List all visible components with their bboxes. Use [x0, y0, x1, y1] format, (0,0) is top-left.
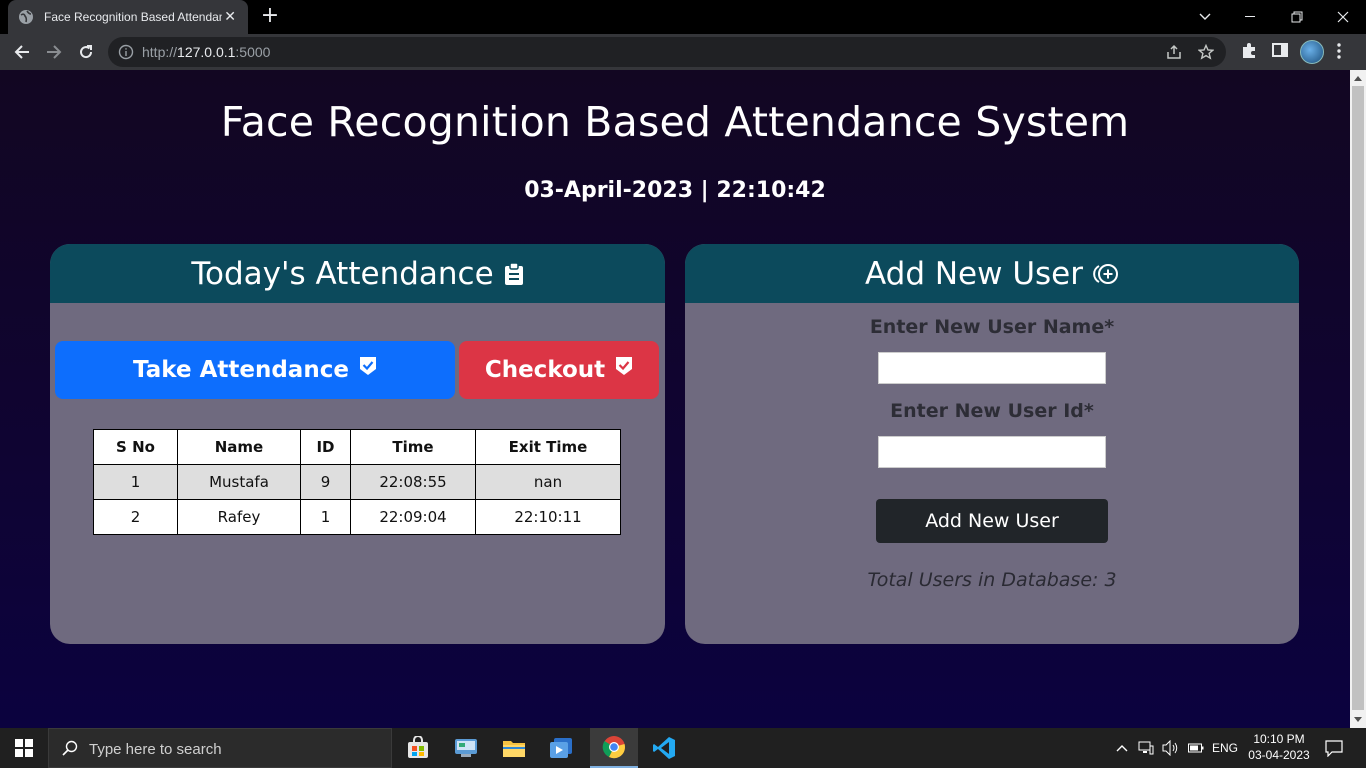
clipboard-icon — [504, 261, 524, 286]
share-icon[interactable] — [1166, 44, 1182, 64]
table-cell: 9 — [300, 464, 351, 500]
table-cell: Rafey — [177, 499, 301, 535]
add-user-panel: Add New User Enter New User Name* Enter … — [685, 244, 1299, 644]
checkout-button[interactable]: Checkout — [459, 341, 659, 399]
user-id-input[interactable] — [878, 436, 1106, 468]
minimize-icon[interactable] — [1228, 0, 1274, 34]
browser-tab-bar: Face Recognition Based Attendance System… — [0, 0, 1366, 34]
new-tab-button[interactable]: + — [258, 5, 282, 29]
control-panel-icon[interactable] — [442, 728, 490, 768]
profile-avatar[interactable] — [1300, 40, 1324, 64]
scrollbar-thumb[interactable] — [1352, 86, 1364, 710]
battery-icon[interactable] — [1188, 742, 1204, 756]
take-attendance-label: Take Attendance — [133, 357, 349, 383]
address-bar[interactable]: http://127.0.0.1:5000 — [108, 37, 1226, 67]
table-row: 1 Mustafa 9 22:08:55 nan — [93, 464, 621, 500]
table-cell: 22:09:04 — [350, 499, 476, 535]
scroll-down-arrow-icon[interactable] — [1354, 717, 1362, 722]
column-header: Time — [350, 429, 476, 465]
site-info-icon[interactable] — [118, 44, 134, 64]
notifications-icon[interactable] — [1325, 739, 1343, 760]
page-scrollbar[interactable] — [1350, 70, 1366, 728]
file-explorer-icon[interactable] — [490, 728, 538, 768]
table-row: 2 Rafey 1 22:09:04 22:10:11 — [93, 499, 621, 535]
close-window-icon[interactable] — [1320, 0, 1366, 34]
search-placeholder: Type here to search — [89, 741, 222, 758]
table-cell: 1 — [300, 499, 351, 535]
page-title: Face Recognition Based Attendance System — [220, 98, 1130, 146]
add-user-panel-header: Add New User — [685, 244, 1299, 303]
taskbar-search-box[interactable]: Type here to search — [48, 728, 392, 768]
media-player-icon[interactable] — [538, 728, 586, 768]
reload-icon[interactable] — [72, 38, 100, 66]
tab-search-icon[interactable] — [1182, 0, 1228, 34]
table-cell: 2 — [93, 499, 178, 535]
tab-title: Face Recognition Based Attendance System — [44, 10, 223, 24]
chrome-icon[interactable] — [590, 728, 638, 768]
clock-date: 03-04-2023 — [1248, 748, 1310, 762]
menu-kebab-icon[interactable] — [1336, 42, 1342, 64]
attendance-panel-header: Today's Attendance — [50, 244, 665, 303]
attendance-actions: Take Attendance Checkout — [55, 341, 660, 399]
bookmark-star-icon[interactable] — [1197, 43, 1215, 64]
microsoft-store-icon[interactable] — [394, 728, 442, 768]
column-header: ID — [300, 429, 351, 465]
take-attendance-button[interactable]: Take Attendance — [55, 341, 455, 399]
close-tab-icon[interactable]: ✕ — [222, 9, 238, 25]
show-hidden-icons-icon[interactable] — [1116, 741, 1128, 755]
network-icon[interactable] — [1138, 740, 1154, 759]
table-cell: Mustafa — [177, 464, 301, 500]
clock-time: 10:10 PM — [1253, 732, 1305, 746]
back-icon[interactable] — [8, 38, 36, 66]
forward-icon[interactable] — [40, 38, 68, 66]
add-circle-icon — [1093, 263, 1119, 285]
scroll-up-arrow-icon[interactable] — [1354, 76, 1362, 81]
column-header: Name — [177, 429, 301, 465]
table-cell: 1 — [93, 464, 178, 500]
volume-icon[interactable] — [1162, 739, 1180, 759]
vscode-icon[interactable] — [640, 728, 688, 768]
add-new-user-button[interactable]: Add New User — [876, 499, 1108, 543]
user-name-input[interactable] — [878, 352, 1106, 384]
table-header-row: S No Name ID Time Exit Time — [93, 429, 621, 465]
extensions-puzzle-icon[interactable] — [1240, 42, 1258, 64]
language-indicator[interactable]: ENG — [1212, 741, 1238, 755]
column-header: S No — [93, 429, 178, 465]
system-clock[interactable]: 10:10 PM 03-04-2023 — [1244, 731, 1314, 763]
add-user-panel-title: Add New User — [865, 255, 1083, 292]
page-viewport: Face Recognition Based Attendance System… — [0, 70, 1350, 728]
table-cell: nan — [475, 464, 621, 500]
browser-toolbar: http://127.0.0.1:5000 — [0, 34, 1366, 70]
windows-start-icon[interactable] — [0, 728, 48, 768]
column-header: Exit Time — [475, 429, 621, 465]
attendance-panel: Today's Attendance Take Attendance Check… — [50, 244, 665, 644]
attendance-table: S No Name ID Time Exit Time 1 Mustafa 9 … — [93, 429, 621, 535]
attendance-panel-title: Today's Attendance — [191, 255, 494, 292]
side-panel-icon[interactable] — [1272, 42, 1288, 62]
check-shield-icon — [359, 356, 377, 376]
globe-icon — [18, 9, 34, 25]
user-id-label: Enter New User Id* — [890, 400, 1094, 422]
url-text: http://127.0.0.1:5000 — [142, 44, 271, 60]
restore-icon[interactable] — [1274, 0, 1320, 34]
checkout-label: Checkout — [484, 357, 606, 383]
browser-tab[interactable]: Face Recognition Based Attendance System… — [8, 0, 248, 34]
check-shield-icon — [615, 356, 633, 376]
taskbar: Type here to search ENG 10:10 PM 03-04-2… — [0, 728, 1366, 768]
current-datetime: 03-April-2023 | 22:10:42 — [524, 178, 826, 203]
table-cell: 22:10:11 — [475, 499, 621, 535]
user-name-label: Enter New User Name* — [869, 316, 1115, 338]
table-cell: 22:08:55 — [350, 464, 476, 500]
total-users-text: Total Users in Database: 3 — [867, 569, 1117, 591]
search-icon — [62, 740, 78, 760]
